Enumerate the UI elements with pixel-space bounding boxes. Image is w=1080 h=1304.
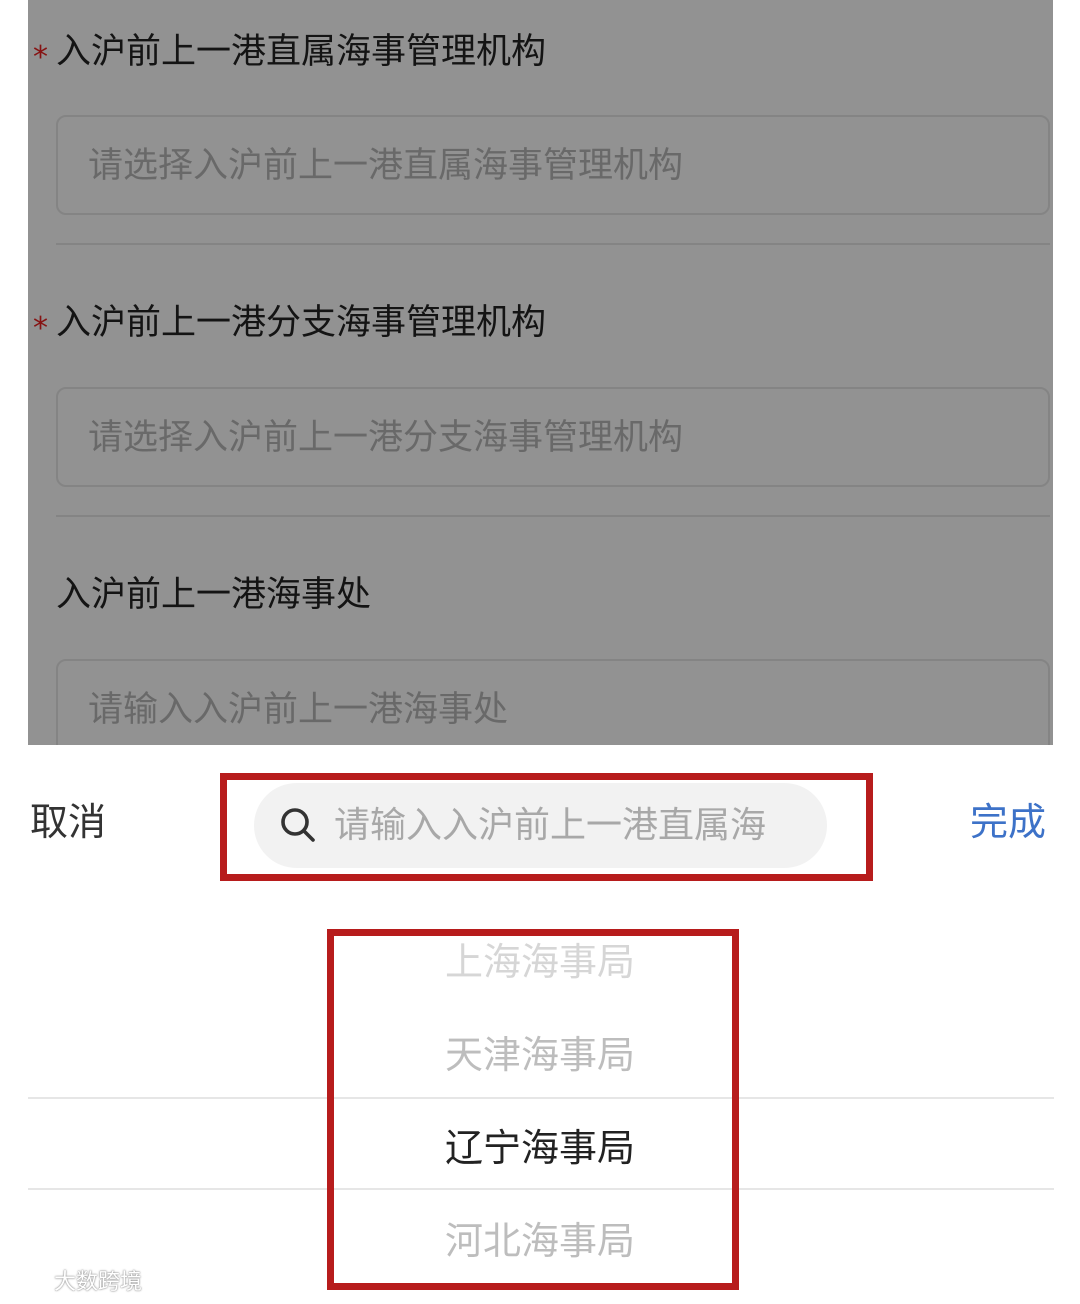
form-container: * 入沪前上一港直属海事管理机构 请选择入沪前上一港直属海事管理机构 * 入沪前… [28,0,1053,745]
field-divider [56,515,1050,517]
msa-office-input[interactable]: 请输入入沪前上一港海事处 [56,659,1050,745]
watermark-text: 大数跨境 [54,1270,143,1295]
branch-msa-placeholder: 请选择入沪前上一港分支海事管理机构 [88,418,684,458]
picker-option[interactable]: 河北海事局 [0,1217,1080,1265]
screen: * 入沪前上一港直属海事管理机构 请选择入沪前上一港直属海事管理机构 * 入沪前… [0,0,1080,1304]
field-label-direct-msa: * 入沪前上一港直属海事管理机构 [33,30,547,75]
search-icon [281,808,315,842]
msa-office-placeholder: 请输入入沪前上一港海事处 [88,690,509,730]
field-label-msa-office: 入沪前上一港海事处 [56,573,371,617]
picker-selection-top-line [28,1097,1054,1099]
search-box[interactable] [254,783,827,868]
required-asterisk: * [33,40,48,75]
cancel-button[interactable]: 取消 [30,798,106,846]
picker-selection-bottom-line [28,1188,1054,1190]
watermark-logo-icon [12,1275,46,1292]
direct-msa-select[interactable]: 请选择入沪前上一港直属海事管理机构 [56,115,1050,215]
watermark: 大数跨境 [10,1265,142,1301]
search-input[interactable] [334,783,804,868]
picker-option[interactable]: 上海海事局 [0,938,1080,986]
picker-option-selected[interactable]: 辽宁海事局 [0,1124,1080,1172]
field-label-text: 入沪前上一港直属海事管理机构 [56,32,547,72]
done-button[interactable]: 完成 [970,798,1046,846]
branch-msa-select[interactable]: 请选择入沪前上一港分支海事管理机构 [56,387,1050,487]
picker-option[interactable]: 天津海事局 [0,1031,1080,1079]
direct-msa-placeholder: 请选择入沪前上一港直属海事管理机构 [88,146,684,186]
required-asterisk: * [33,311,48,346]
field-label-text: 入沪前上一港海事处 [56,575,372,615]
field-label-text: 入沪前上一港分支海事管理机构 [56,303,547,343]
field-label-branch-msa: * 入沪前上一港分支海事管理机构 [33,301,547,346]
field-divider [56,243,1050,245]
